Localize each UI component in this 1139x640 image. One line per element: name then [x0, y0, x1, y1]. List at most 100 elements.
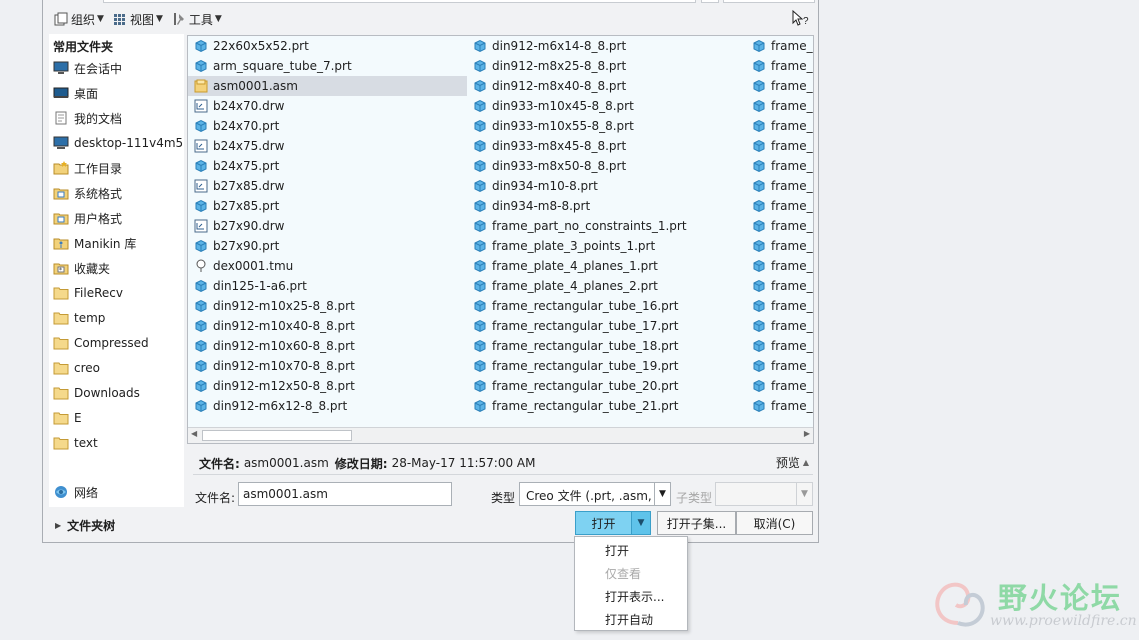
chevron-down-icon[interactable]: ▼: [654, 483, 670, 505]
file-row[interactable]: frame_part_no_constraints_1.prt: [467, 216, 747, 236]
file-row[interactable]: frame_rectangular_tube_16.prt: [467, 296, 747, 316]
filename-input[interactable]: asm0001.asm: [238, 482, 452, 506]
sidebar-item[interactable]: temp: [53, 308, 183, 328]
file-row[interactable]: frame_: [746, 156, 813, 176]
sidebar-item[interactable]: Manikin 库: [53, 233, 183, 253]
scroll-right-icon[interactable]: ▶: [804, 429, 810, 438]
file-row[interactable]: din912-m10x60-8_8.prt: [188, 336, 468, 356]
file-row[interactable]: din912-m10x25-8_8.prt: [188, 296, 468, 316]
file-row[interactable]: frame_: [746, 196, 813, 216]
file-row[interactable]: din933-m8x50-8_8.prt: [467, 156, 747, 176]
file-row[interactable]: b27x85.prt: [188, 196, 468, 216]
file-row[interactable]: frame_: [746, 316, 813, 336]
sidebar-item[interactable]: 工作目录: [53, 158, 183, 178]
file-row[interactable]: frame_rectangular_tube_21.prt: [467, 396, 747, 416]
file-list[interactable]: 22x60x5x52.prt arm_square_tube_7.prt asm00…: [187, 35, 814, 444]
file-row[interactable]: frame_rectangular_tube_18.prt: [467, 336, 747, 356]
file-row[interactable]: frame_rectangular_tube_17.prt: [467, 316, 747, 336]
tools-menu[interactable]: 工具 ▼: [171, 11, 222, 28]
file-row[interactable]: frame_: [746, 116, 813, 136]
folder-icon: [53, 287, 69, 300]
file-row[interactable]: frame_: [746, 276, 813, 296]
file-row[interactable]: din934-m8-8.prt: [467, 196, 747, 216]
menu-item[interactable]: 打开: [575, 539, 687, 562]
sidebar-item[interactable]: E: [53, 408, 183, 428]
file-row[interactable]: din912-m6x12-8_8.prt: [188, 396, 468, 416]
preview-toggle[interactable]: 预览 ▲: [776, 454, 809, 471]
file-row[interactable]: din933-m8x45-8_8.prt: [467, 136, 747, 156]
organize-menu[interactable]: 组织 ▼: [53, 11, 104, 28]
view-menu[interactable]: 视图 ▼: [112, 11, 163, 28]
open-button[interactable]: 打开: [575, 511, 632, 535]
file-row[interactable]: frame_: [746, 136, 813, 156]
file-row[interactable]: frame_: [746, 216, 813, 236]
file-row[interactable]: din912-m8x25-8_8.prt: [467, 56, 747, 76]
file-row[interactable]: frame_: [746, 396, 813, 416]
file-row[interactable]: din912-m12x50-8_8.prt: [188, 376, 468, 396]
open-options-dropdown[interactable]: ▼: [632, 511, 651, 535]
file-row[interactable]: b24x75.drw: [188, 136, 468, 156]
file-row[interactable]: frame_plate_4_planes_1.prt: [467, 256, 747, 276]
file-row[interactable]: b27x85.drw: [188, 176, 468, 196]
file-row[interactable]: b24x75.prt: [188, 156, 468, 176]
file-row[interactable]: frame_: [746, 356, 813, 376]
file-row[interactable]: frame_: [746, 336, 813, 356]
file-row[interactable]: frame_: [746, 296, 813, 316]
cancel-button[interactable]: 取消(C): [736, 511, 813, 535]
file-row[interactable]: din912-m10x40-8_8.prt: [188, 316, 468, 336]
file-row[interactable]: din934-m10-8.prt: [467, 176, 747, 196]
search-field[interactable]: [723, 0, 815, 3]
sidebar-item[interactable]: desktop-111v4m5: [53, 133, 183, 153]
file-row[interactable]: frame_plate_4_planes_2.prt: [467, 276, 747, 296]
file-row[interactable]: frame_: [746, 236, 813, 256]
scroll-left-icon[interactable]: ◀: [191, 429, 197, 438]
file-row[interactable]: 22x60x5x52.prt: [188, 36, 468, 56]
sidebar-item[interactable]: 在会话中: [53, 58, 183, 78]
file-row[interactable]: frame_rectangular_tube_20.prt: [467, 376, 747, 396]
context-help-button[interactable]: ?: [790, 9, 810, 27]
file-row[interactable]: frame_: [746, 36, 813, 56]
file-row[interactable]: frame_: [746, 376, 813, 396]
file-row[interactable]: din125-1-a6.prt: [188, 276, 468, 296]
file-row[interactable]: din912-m8x40-8_8.prt: [467, 76, 747, 96]
sidebar-item-network[interactable]: 网络: [53, 482, 183, 502]
file-row[interactable]: frame_: [746, 96, 813, 116]
file-row[interactable]: din912-m10x70-8_8.prt: [188, 356, 468, 376]
file-name: frame_: [771, 319, 813, 333]
file-row[interactable]: din912-m6x14-8_8.prt: [467, 36, 747, 56]
file-row[interactable]: din933-m10x45-8_8.prt: [467, 96, 747, 116]
file-row[interactable]: frame_plate_3_points_1.prt: [467, 236, 747, 256]
file-row[interactable]: frame_: [746, 176, 813, 196]
sidebar-item[interactable]: * 收藏夹: [53, 258, 183, 278]
file-row[interactable]: b24x70.prt: [188, 116, 468, 136]
file-row[interactable]: b27x90.prt: [188, 236, 468, 256]
scrollbar-thumb[interactable]: [202, 430, 352, 441]
file-row[interactable]: frame_rectangular_tube_19.prt: [467, 356, 747, 376]
type-select[interactable]: Creo 文件 (.prt, .asm, ▼: [519, 482, 671, 506]
file-row[interactable]: din933-m10x55-8_8.prt: [467, 116, 747, 136]
sidebar-item[interactable]: Compressed: [53, 333, 183, 353]
sidebar-item[interactable]: 桌面: [53, 83, 183, 103]
sidebar-item[interactable]: 我的文档: [53, 108, 183, 128]
file-row[interactable]: b27x90.drw: [188, 216, 468, 236]
address-bar[interactable]: [103, 0, 696, 3]
open-subset-button[interactable]: 打开子集...: [657, 511, 736, 535]
file-row[interactable]: arm_square_tube_7.prt: [188, 56, 468, 76]
sidebar-item[interactable]: creo: [53, 358, 183, 378]
sidebar-item[interactable]: text: [53, 433, 183, 453]
file-row[interactable]: b24x70.drw: [188, 96, 468, 116]
file-row[interactable]: frame_: [746, 256, 813, 276]
sidebar-item[interactable]: 系统格式: [53, 183, 183, 203]
sidebar-item[interactable]: Downloads: [53, 383, 183, 403]
file-row[interactable]: asm0001.asm: [188, 76, 467, 96]
address-dropdown[interactable]: [701, 0, 719, 3]
file-row[interactable]: frame_: [746, 56, 813, 76]
menu-item[interactable]: 打开自动: [575, 608, 687, 631]
menu-item[interactable]: 打开表示...: [575, 585, 687, 608]
sidebar-item[interactable]: FileRecv: [53, 283, 183, 303]
file-row[interactable]: dex0001.tmu: [188, 256, 468, 276]
file-row[interactable]: frame_: [746, 76, 813, 96]
folder-tree-toggle[interactable]: ▶ 文件夹树: [55, 517, 115, 534]
sidebar-item[interactable]: 用户格式: [53, 208, 183, 228]
horizontal-scrollbar[interactable]: ◀ ▶: [188, 427, 813, 443]
